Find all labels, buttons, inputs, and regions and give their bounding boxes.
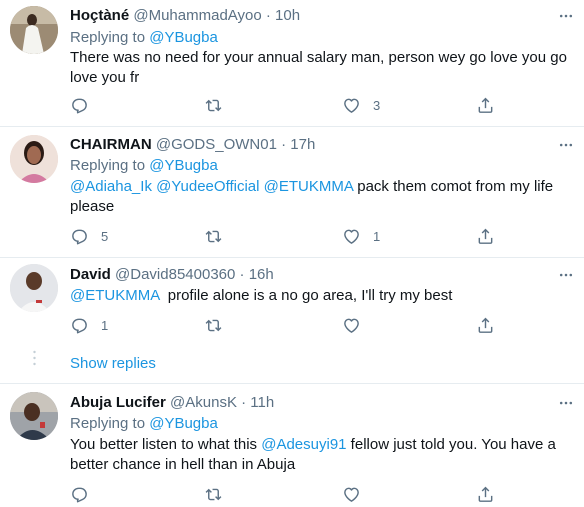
tweet-body-text: You better listen to what this [70,436,262,453]
reply-button[interactable] [70,95,101,115]
tweet-actions: 1 [70,315,510,335]
separator-dot: · [241,394,247,411]
timestamp[interactable]: 16h [249,266,274,283]
like-button[interactable] [342,484,373,504]
replying-to-label: Replying to [70,157,150,174]
more-icon[interactable] [558,395,574,411]
user-handle[interactable]: @David85400360 [115,266,235,283]
like-icon [344,98,359,113]
replying-to-label: Replying to [70,29,150,46]
timestamp[interactable]: 10h [275,7,300,24]
thread-dots [33,350,36,366]
reply-icon [72,318,87,333]
reply-icon [72,229,87,244]
tweet-text: @ETUKMMA profile alone is a no go area, … [70,286,570,306]
more-icon[interactable] [558,267,574,283]
share-button[interactable] [476,315,495,335]
more-icon[interactable] [558,8,574,24]
user-handle[interactable]: @GODS_OWN01 [156,136,277,153]
reply-button[interactable] [70,484,101,504]
retweet-icon [205,99,222,111]
retweet-button[interactable] [204,95,223,115]
separator-dot: · [239,266,245,283]
share-icon [478,486,493,502]
avatar[interactable] [10,135,58,183]
retweet-button[interactable] [204,315,223,335]
like-icon [344,318,359,333]
timestamp[interactable]: 11h [250,394,274,411]
tweet-actions: 3 [70,95,510,115]
tweet-item[interactable]: CHAIRMAN @GODS_OWN01 · 17h Replying to @… [0,127,584,258]
timestamp[interactable]: 17h [290,136,315,153]
retweet-button[interactable] [204,484,223,504]
replying-to-link[interactable]: @YBugba [149,29,218,46]
share-button[interactable] [476,484,495,504]
replying-to-link[interactable]: @YBugba [149,415,218,432]
display-name[interactable]: David [70,266,111,283]
tweet-body-text: profile alone is a no go area, I'll try … [159,287,453,304]
tweet-header: Hoçtàné @MuhammadAyoo · 10h [70,6,300,26]
retweet-icon [205,230,222,242]
share-icon [478,317,493,333]
reply-button[interactable]: 5 [70,226,108,246]
share-button[interactable] [476,95,495,115]
avatar[interactable] [10,264,58,312]
like-icon [344,229,359,244]
mention-link[interactable]: @Adesuyi91 [261,436,346,453]
tweet-text: There was no need for your annual salary… [70,49,567,86]
reply-button[interactable]: 1 [70,315,108,335]
more-icon[interactable] [558,137,574,153]
retweet-icon [205,488,222,500]
retweet-icon [205,319,222,331]
reply-count: 5 [101,228,109,244]
user-handle[interactable]: @MuhammadAyoo [133,7,261,24]
share-button[interactable] [476,226,495,246]
separator-dot: · [281,136,287,153]
avatar[interactable] [10,6,58,54]
avatar[interactable] [10,392,58,440]
tweet-text: @Adiaha_Ik @YudeeOfficial @ETUKMMA pack … [70,177,570,217]
replying-to-label: Replying to [70,415,150,432]
user-handle[interactable]: @AkunsK [170,394,237,411]
reply-count: 1 [101,317,109,333]
like-icon [344,487,359,502]
mention-link[interactable]: @ETUKMMA [264,178,353,195]
replying-to: Replying to @YBugba [70,414,218,434]
replying-to: Replying to @YBugba [70,28,218,48]
like-count: 1 [373,228,381,244]
replying-to: Replying to @YBugba [70,156,218,176]
retweet-button[interactable] [204,226,223,246]
show-replies-link[interactable]: Show replies [70,355,156,372]
mention-link[interactable]: @YudeeOfficial [156,178,259,195]
display-name[interactable]: CHAIRMAN [70,136,152,153]
mention-link[interactable]: @Adiaha_Ik [70,178,152,195]
tweet-header: Abuja Lucifer @AkunsK · 11h [70,393,274,413]
share-icon [478,228,493,244]
tweet-item[interactable]: Hoçtàné @MuhammadAyoo · 10h Replying to … [0,0,584,126]
separator-dot: · [265,7,271,24]
tweet-item[interactable]: Abuja Lucifer @AkunsK · 11h Replying to … [0,384,584,507]
display-name[interactable]: Abuja Lucifer [70,394,166,411]
like-button[interactable]: 1 [342,226,380,246]
like-count: 3 [373,97,381,113]
display-name[interactable]: Hoçtàné [70,7,129,24]
tweet-text: You better listen to what this @Adesuyi9… [70,435,570,475]
reply-icon [72,487,87,502]
share-icon [478,97,493,113]
tweet-header: CHAIRMAN @GODS_OWN01 · 17h [70,135,315,155]
tweet-actions [70,484,510,504]
replying-to-link[interactable]: @YBugba [149,157,218,174]
tweet-actions: 5 1 [70,226,510,246]
like-button[interactable]: 3 [342,95,380,115]
mention-link[interactable]: @ETUKMMA [70,287,159,304]
tweet-item[interactable]: David @David85400360 · 16h @ETUKMMA prof… [0,258,584,383]
tweet-header: David @David85400360 · 16h [70,265,274,285]
reply-icon [72,98,87,113]
like-button[interactable] [342,315,373,335]
